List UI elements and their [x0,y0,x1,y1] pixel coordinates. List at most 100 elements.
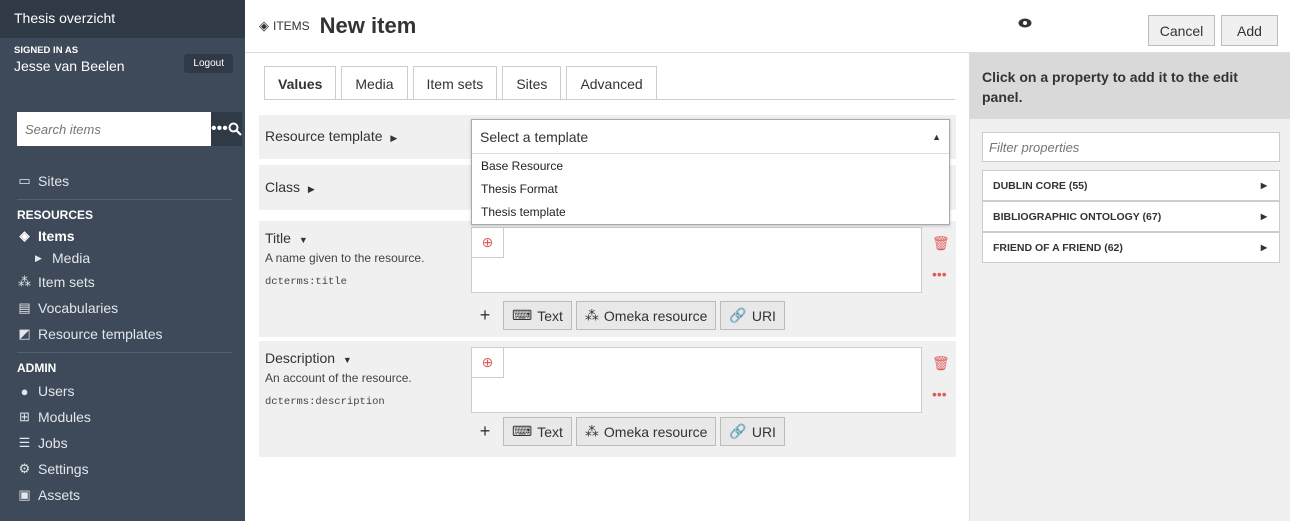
tab-sites[interactable]: Sites [502,66,562,100]
caret-right-icon: ▶ [1260,181,1267,190]
trash-icon[interactable]: 🗑 [932,235,950,252]
sidebar-item-items[interactable]: ◈ Items [17,225,232,247]
resource-template-select[interactable]: Select a template ▲ Base Resource Thesis… [471,119,950,225]
language-icon[interactable]: ⊕ [472,228,504,258]
sidebar-item-users[interactable]: ● Users [17,378,232,404]
sidebar: Thesis overzicht SIGNED IN AS Jesse van … [0,0,245,521]
sidebar-nav: ▭ Sites RESOURCES ◈ Items ▶ Media ⁂ Item set… [17,168,232,508]
caret-right-icon: ▶ [1260,243,1267,252]
vocabulary-bibo[interactable]: BIBLIOGRAPHIC ONTOLOGY (67) ▶ [982,201,1280,232]
value-type-buttons: + ⌨ Text ⁂ Omeka resource 🔗 URI [471,417,785,446]
filter-properties-input[interactable] [982,132,1280,162]
property-selector-message: Click on a property to add it to the edi… [970,53,1290,119]
cube-icon: ◈ [259,18,269,33]
tab-item-sets[interactable]: Item sets [412,66,498,100]
language-icon[interactable]: ⊕ [472,348,504,378]
trash-icon[interactable]: 🗑 [932,355,950,372]
sidebar-item-jobs[interactable]: ☰ Jobs [17,430,232,456]
add-omeka-resource-button[interactable]: ⁂ Omeka resource [575,301,717,330]
class-label[interactable]: Class ▶ [265,179,315,195]
vocabulary-foaf[interactable]: FRIEND OF A FRIEND (62) ▶ [982,232,1280,263]
divider [17,352,232,353]
cubes-icon: ⁂ [584,423,599,439]
select-option[interactable]: Thesis Format [472,177,949,200]
tab-bar: Values Media Item sets Sites Advanced [264,66,657,100]
vocabulary-dublin-core[interactable]: DUBLIN CORE (55) ▶ [982,170,1280,201]
add-uri-button[interactable]: 🔗 URI [720,417,785,446]
search-icon [228,122,242,136]
sidebar-item-item-sets[interactable]: ⁂ Item sets [17,269,232,295]
plus-square-icon: ⊞ [19,409,30,424]
plus-icon[interactable]: + [471,417,499,446]
laptop-icon: ▭ [18,173,31,188]
sidebar-item-settings[interactable]: ⚙ Settings [17,456,232,482]
user-panel: SIGNED IN AS Jesse van Beelen Logout [0,38,245,90]
caret-right-icon: ▶ [390,133,398,143]
description-value-input[interactable]: ⊕ [471,347,922,413]
tab-media[interactable]: Media [341,66,408,100]
search-button[interactable] [227,112,242,146]
cubes-icon: ⁂ [584,307,599,323]
sidebar-item-sites[interactable]: ▭ Sites [17,168,232,194]
section-label: ◈ ITEMS [259,18,310,34]
sidebar-item-label: Media [52,250,91,266]
plus-icon[interactable]: + [471,301,499,330]
select-value[interactable]: Select a template ▲ [472,120,949,154]
link-icon: 🔗 [729,307,747,323]
sidebar-item-label: Items [38,228,75,244]
tab-advanced[interactable]: Advanced [566,66,657,100]
tab-divider [264,99,955,100]
cube-icon: ◈ [19,228,30,243]
add-uri-button[interactable]: 🔗 URI [720,301,785,330]
caret-right-icon: ▶ [307,184,315,194]
logout-button[interactable]: Logout [184,54,233,73]
cubes-icon: ⁂ [18,274,31,289]
property-description: A name given to the resource. [265,251,425,265]
select-value-text: Select a template [480,128,589,145]
property-selector: Click on a property to add it to the edi… [969,53,1290,521]
select-option[interactable]: Base Resource [472,154,949,177]
advanced-search-button[interactable]: ••• [211,112,228,146]
sidebar-item-modules[interactable]: ⊞ Modules [17,404,232,430]
sidebar-item-assets[interactable]: ▣ Assets [17,482,232,508]
sidebar-item-media[interactable]: ▶ Media [17,247,232,269]
caret-up-icon: ▲ [932,131,941,142]
site-title[interactable]: Thesis overzicht [0,0,245,38]
sidebar-item-label: Modules [38,409,91,425]
app: Thesis overzicht SIGNED IN AS Jesse van … [0,0,1290,521]
sidebar-item-vocabularies[interactable]: ▤ Vocabularies [17,295,232,321]
add-button[interactable]: Add [1221,15,1278,46]
eye-icon[interactable] [1018,16,1032,31]
sidebar-item-resource-templates[interactable]: ◩ Resource templates [17,321,232,347]
sidebar-item-label: Vocabularies [38,300,119,316]
add-text-button[interactable]: ⌨ Text [503,301,572,330]
add-text-button[interactable]: ⌨ Text [503,417,572,446]
search-input[interactable] [17,112,211,146]
tab-values[interactable]: Values [264,66,337,100]
resources-header: RESOURCES [17,208,94,222]
keyboard-icon: ⌨ [512,423,533,439]
section-name: ITEMS [273,19,310,33]
link-icon: 🔗 [729,423,747,439]
property-label[interactable]: Description ▼ [265,350,352,366]
tasks-icon: ☰ [18,435,31,450]
keyboard-icon: ⌨ [512,307,533,323]
book-icon: ▤ [18,300,31,315]
more-icon: ••• [211,120,228,137]
cancel-button[interactable]: Cancel [1148,15,1215,46]
top-bar: ◈ ITEMS New item Cancel Add [245,0,1290,53]
property-term: dcterms:title [265,276,347,288]
page-title: New item [319,13,417,38]
sidebar-item-label: Jobs [38,435,68,451]
admin-header: ADMIN [17,361,57,375]
title-value-input[interactable]: ⊕ [471,227,922,293]
resource-template-label[interactable]: Resource template ▶ [265,128,397,144]
sidebar-item-label: Item sets [38,274,95,290]
property-label[interactable]: Title ▼ [265,230,308,246]
sidebar-item-label: Assets [38,487,81,503]
add-omeka-resource-button[interactable]: ⁂ Omeka resource [575,417,717,446]
more-icon[interactable]: ••• [932,266,947,282]
select-option[interactable]: Thesis template [472,200,949,223]
caret-down-icon: ▼ [342,355,352,365]
more-icon[interactable]: ••• [932,386,947,402]
